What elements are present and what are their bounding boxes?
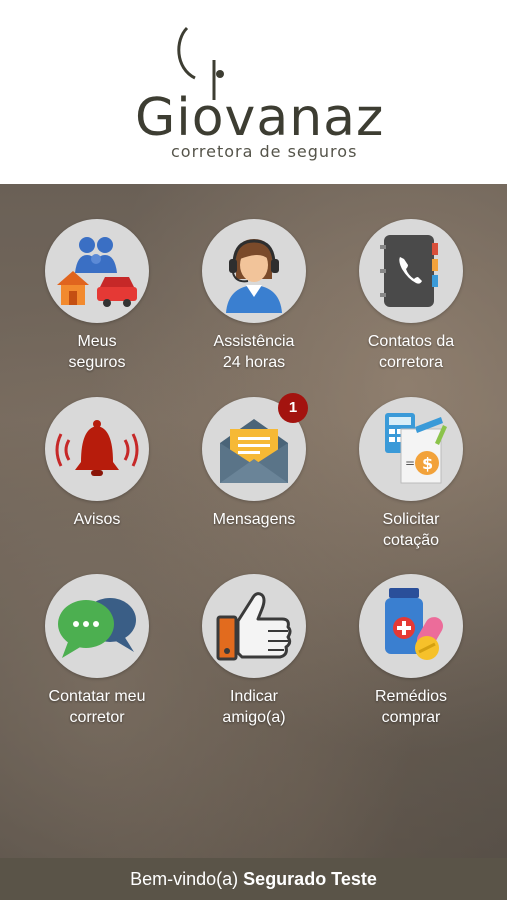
chat-bubbles-icon bbox=[58, 598, 136, 658]
brand-name: Giovanaz bbox=[135, 88, 385, 148]
menu-item-icon-circle bbox=[359, 219, 463, 323]
menu-item-label: Contatar meu corretor bbox=[48, 688, 146, 726]
menu-item-label: Avisos bbox=[73, 511, 121, 528]
menu-item-label: Meus seguros bbox=[68, 333, 126, 371]
svg-text:$: $ bbox=[422, 454, 433, 473]
menu-item-indicar-amigo[interactable]: Indicar amigo(a) bbox=[179, 574, 329, 728]
menu-item-label: Solicitar cotação bbox=[382, 511, 440, 549]
menu-item-label: Mensagens bbox=[212, 511, 296, 528]
svg-text:=: = bbox=[405, 456, 415, 470]
headset-agent-icon bbox=[226, 239, 282, 313]
medicine-icon bbox=[385, 588, 443, 660]
menu-item-icon-circle bbox=[359, 574, 463, 678]
thumbs-up-icon bbox=[216, 592, 292, 661]
menu-item-cotacao[interactable]: = $ Solicitar cotação bbox=[336, 397, 486, 551]
menu-item-contatos[interactable]: Contatos da corretora bbox=[336, 219, 486, 373]
menu-item-icon-circle bbox=[45, 574, 149, 678]
brand-logo: Giovanaz corretora de seguros bbox=[135, 20, 383, 170]
menu-item-icon-circle bbox=[202, 574, 306, 678]
menu-item-mensagens[interactable]: 1 Mensagens bbox=[179, 393, 329, 530]
menu-item-icon-circle bbox=[45, 397, 149, 501]
family-home-car-icon bbox=[57, 237, 137, 307]
menu-item-label: Contatos da corretora bbox=[367, 333, 455, 371]
menu-item-label: Indicar amigo(a) bbox=[222, 688, 286, 726]
alarm-bell-icon bbox=[55, 420, 139, 476]
menu-item-contatar-corretor[interactable]: Contatar meu corretor bbox=[22, 574, 172, 728]
envelope-icon bbox=[220, 419, 288, 483]
welcome-greeting: Bem-vindo(a) bbox=[130, 869, 239, 889]
menu-item-icon-circle: 1 bbox=[202, 393, 308, 501]
menu-item-icon-circle bbox=[202, 219, 306, 323]
app-header: Giovanaz corretora de seguros bbox=[0, 0, 507, 184]
menu-item-label: Remédios comprar bbox=[374, 688, 448, 726]
menu-grid: Meus seguros Assistência 24 horas Contat… bbox=[0, 184, 507, 858]
menu-item-assistencia[interactable]: Assistência 24 horas bbox=[179, 219, 329, 373]
menu-background: Meus seguros Assistência 24 horas Contat… bbox=[0, 184, 507, 858]
unread-badge: 1 bbox=[278, 393, 308, 423]
menu-item-label: Assistência 24 horas bbox=[213, 333, 295, 371]
menu-item-remedios[interactable]: Remédios comprar bbox=[336, 574, 486, 728]
menu-item-meus-seguros[interactable]: Meus seguros bbox=[22, 219, 172, 373]
calculator-money-icon: = $ bbox=[385, 413, 447, 484]
menu-item-avisos[interactable]: Avisos bbox=[22, 397, 172, 530]
brand-tagline: corretora de seguros bbox=[171, 142, 358, 161]
phonebook-icon bbox=[380, 235, 438, 307]
welcome-bar: Bem-vindo(a) Segurado Teste bbox=[0, 858, 507, 900]
user-name: Segurado Teste bbox=[243, 869, 377, 889]
menu-item-icon-circle bbox=[45, 219, 149, 323]
menu-item-icon-circle: = $ bbox=[359, 397, 463, 501]
